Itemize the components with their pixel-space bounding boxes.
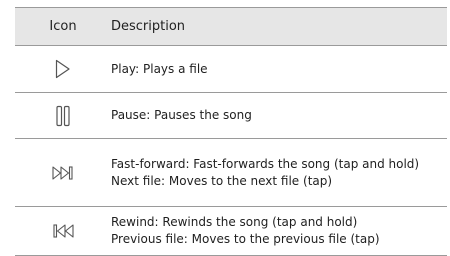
row-description-line: Fast-forward: Fast-forwards the song (ta… xyxy=(111,156,420,171)
pause-icon xyxy=(55,105,71,127)
row-description-line: Next file: Moves to the next file (tap) xyxy=(111,173,333,188)
header-icon-column: Icon xyxy=(49,19,77,34)
table-row: Fast-forward: Fast-forwards the song (ta… xyxy=(15,139,447,207)
rewind-previous-icon xyxy=(52,224,74,238)
table-header: Icon Description xyxy=(15,7,447,46)
row-description-line: Rewind: Rewinds the song (tap and hold) xyxy=(111,215,358,229)
controls-table: Icon Description Play: Plays a file Paus… xyxy=(15,7,447,256)
row-description-line: Previous file: Moves to the previous fil… xyxy=(111,232,380,246)
table-row: Rewind: Rewinds the song (tap and hold) … xyxy=(15,207,447,256)
header-description-column: Description xyxy=(111,19,186,34)
fast-forward-next-icon xyxy=(52,165,74,180)
row-description-line: Play: Plays a file xyxy=(111,61,208,76)
table-row: Pause: Pauses the song xyxy=(15,93,447,139)
table-row: Play: Plays a file xyxy=(15,46,447,93)
row-description-line: Pause: Pauses the song xyxy=(111,108,252,122)
play-icon xyxy=(55,59,71,79)
